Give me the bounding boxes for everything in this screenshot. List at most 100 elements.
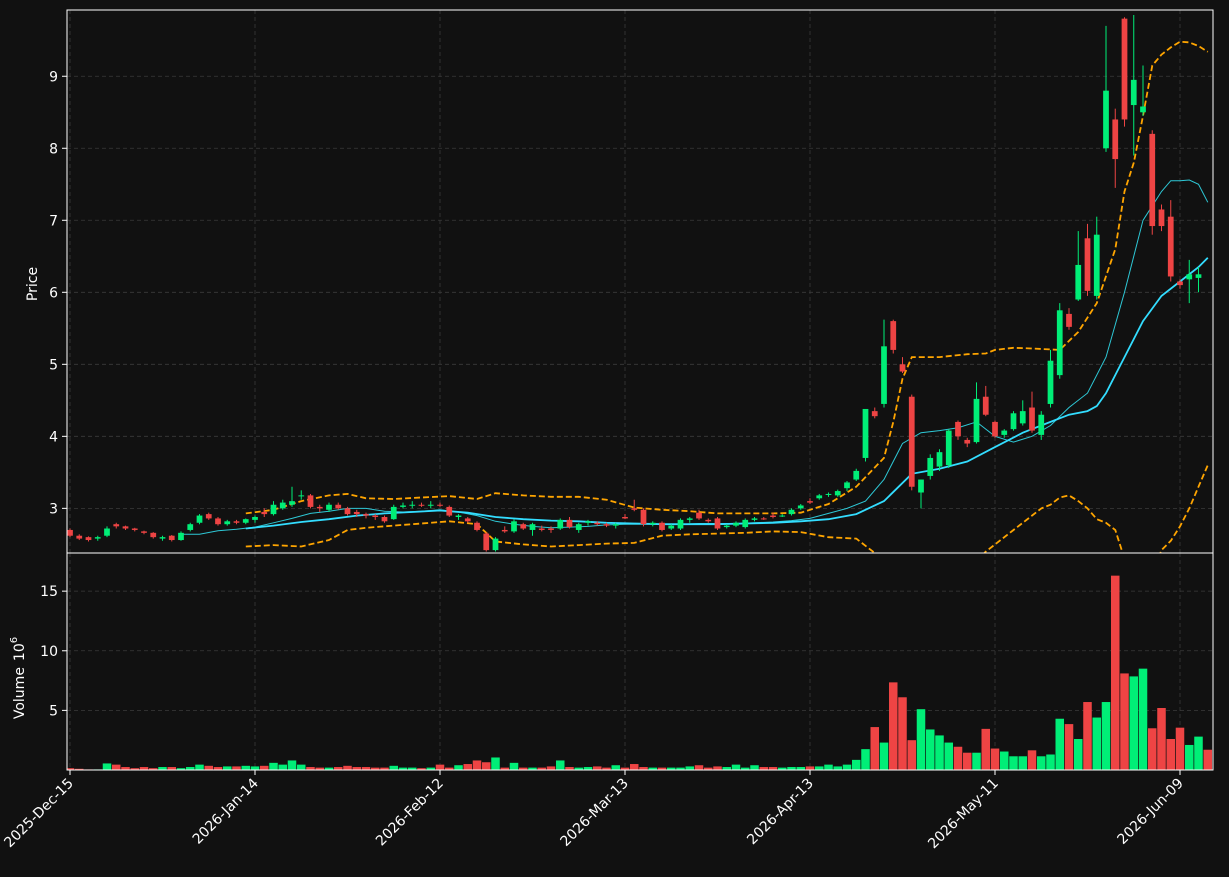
volume-bar: [1009, 756, 1018, 770]
candle-body: [797, 505, 804, 509]
candle-body: [631, 508, 638, 510]
candle-body: [85, 537, 92, 541]
candle-body: [511, 521, 517, 532]
candle-body: [973, 398, 980, 443]
volume-bar: [1073, 739, 1083, 770]
candle-body: [483, 533, 490, 551]
candlestick-chart: 2025-Dec-15 2026-Jan-14 2026-Feb-12 2026-Ma…: [0, 0, 1229, 873]
volume-bar: [629, 764, 639, 770]
volume-bar: [296, 764, 306, 770]
volume-tick-label: 5: [49, 703, 58, 719]
candle-body: [668, 525, 675, 529]
candle-body: [427, 504, 434, 506]
candle-body: [1112, 119, 1119, 160]
volume-bar: [814, 766, 824, 770]
candle-body: [409, 504, 416, 506]
candle-body: [816, 495, 823, 499]
volume-bar: [343, 765, 352, 770]
volume-bar: [1018, 756, 1028, 770]
candle-body: [168, 535, 175, 541]
volume-bar: [750, 765, 759, 770]
volume-bar: [1046, 754, 1055, 770]
volume-bar: [898, 697, 907, 770]
volume-exponent-power: 6: [9, 637, 20, 643]
volume-bar: [888, 682, 898, 770]
volume-bar: [953, 746, 963, 770]
candle-body: [270, 504, 277, 515]
candle-body: [529, 524, 536, 530]
candle-body: [881, 346, 887, 404]
volume-bar: [102, 763, 112, 770]
candle-body: [1029, 407, 1035, 431]
candle-body: [770, 515, 776, 517]
price-tick-label: 9: [49, 69, 58, 85]
volume-bar: [935, 735, 944, 770]
volume-bar: [916, 709, 926, 770]
candle-body: [723, 525, 730, 528]
volume-bar: [944, 742, 954, 770]
candle-body: [964, 439, 971, 444]
candle-body: [215, 518, 221, 525]
price-tick-label: 6: [49, 285, 58, 301]
candle-body: [1038, 414, 1045, 435]
volume-bar: [509, 762, 519, 770]
candle-body: [1130, 79, 1137, 106]
candle-body: [446, 506, 453, 516]
candle-body: [501, 529, 508, 532]
candle-body: [1056, 310, 1063, 376]
candle-body: [289, 501, 295, 505]
candle-body: [779, 515, 786, 517]
candle-body: [520, 524, 527, 529]
volume-bar: [842, 764, 852, 770]
candle-body: [1140, 106, 1146, 113]
candle-body: [788, 509, 795, 515]
volume-bar: [870, 727, 880, 770]
volume-bar: [824, 764, 833, 770]
price-tick-label: 4: [49, 429, 58, 445]
candle-body: [298, 495, 305, 497]
volume-bar: [435, 764, 445, 770]
price-axis-label: Price: [25, 267, 41, 301]
volume-bar: [481, 762, 491, 770]
candle-body: [908, 396, 915, 487]
candle-body: [122, 526, 129, 529]
volume-panel: [67, 553, 1213, 770]
candle-body: [94, 537, 101, 539]
volume-bar: [1129, 676, 1139, 770]
volume-axis-label: Volume 106: [9, 637, 28, 719]
candle-body: [400, 505, 406, 507]
volume-bar: [1184, 744, 1194, 770]
candle-body: [677, 519, 684, 529]
candle-body: [862, 408, 869, 458]
candle-body: [705, 519, 712, 522]
candle-body: [566, 519, 573, 528]
volume-bar: [195, 764, 204, 770]
candle-body: [760, 518, 767, 520]
volume-bar: [204, 765, 214, 770]
candle-body: [834, 491, 841, 496]
candle-body: [1084, 238, 1091, 291]
volume-bar: [611, 765, 621, 770]
candle-body: [1047, 360, 1054, 404]
volume-bar: [259, 765, 269, 770]
candle-body: [159, 537, 166, 539]
volume-bar: [1064, 724, 1074, 770]
price-tick-label: 8: [49, 141, 58, 157]
volume-bar: [472, 760, 482, 770]
candle-body: [1001, 430, 1008, 435]
price-panel: [67, 10, 1213, 553]
candle-body: [751, 518, 758, 520]
candle-body: [871, 411, 878, 417]
candle-body: [649, 522, 656, 525]
volume-bar: [1083, 702, 1092, 770]
candle-body: [307, 495, 314, 507]
candle-body: [686, 518, 693, 520]
volume-bar: [833, 766, 843, 770]
volume-exponent-base: 10: [12, 643, 28, 661]
volume-bar: [1175, 727, 1185, 770]
candle-body: [205, 514, 212, 519]
candle-body: [474, 522, 480, 530]
volume-bar: [1120, 673, 1129, 770]
candle-body: [455, 515, 462, 517]
candle-body: [326, 504, 332, 510]
